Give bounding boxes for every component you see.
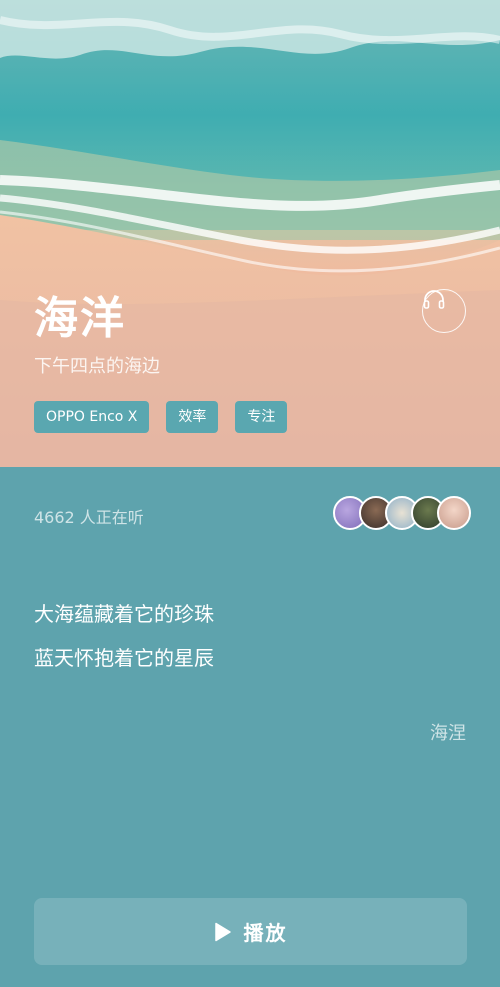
page-subtitle: 下午四点的海边 (34, 356, 160, 377)
play-label: 播放 (243, 921, 288, 945)
tag-oppo-enco-x[interactable]: OPPO Enco X (34, 401, 150, 433)
headphones-icon (423, 290, 445, 309)
beach-illustration (0, 0, 500, 467)
listener-count: 4662 人正在听 (34, 508, 144, 527)
tag-efficiency[interactable]: 效率 (166, 401, 219, 433)
content-panel: 4662 人正在听 大海蕴藏着它的珍珠 蓝天怀抱着它的星辰 海涅 播放 (0, 467, 500, 987)
avatar (437, 496, 471, 530)
poem-author: 海涅 (430, 723, 466, 744)
headphones-button[interactable] (422, 289, 466, 333)
listener-avatars[interactable] (333, 496, 473, 530)
play-button[interactable]: 播放 (34, 898, 467, 965)
tag-focus[interactable]: 专注 (235, 401, 288, 433)
tag-list: OPPO Enco X 效率 专注 (34, 401, 288, 433)
poem-line: 蓝天怀抱着它的星辰 (34, 646, 214, 670)
hero-image: 海洋 下午四点的海边 OPPO Enco X 效率 专注 (0, 0, 500, 467)
play-icon (214, 922, 231, 941)
page-title: 海洋 (34, 293, 126, 344)
poem-text: 大海蕴藏着它的珍珠 蓝天怀抱着它的星辰 (34, 600, 214, 688)
poem-line: 大海蕴藏着它的珍珠 (34, 602, 214, 626)
